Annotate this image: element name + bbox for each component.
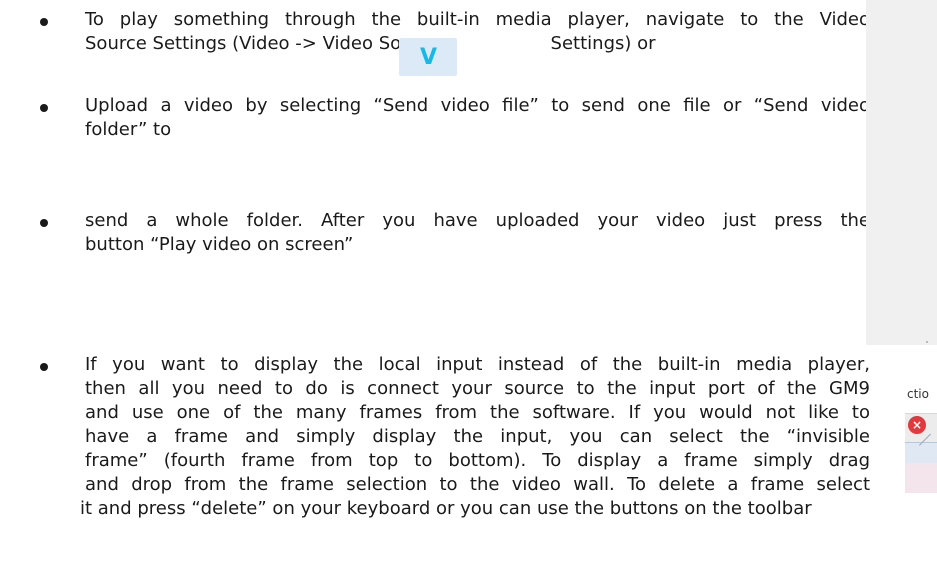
text-line: and use one of the many frames from the …	[85, 402, 870, 423]
mini-frame-pane	[905, 433, 937, 463]
panel-mark	[926, 341, 928, 343]
text-line: folder” to	[85, 119, 172, 140]
close-icon-glyph: ×	[911, 418, 923, 432]
text-line: button “Play video on screen”	[85, 234, 354, 255]
bullet-paragraph-4: If you want to display the local input i…	[80, 353, 870, 521]
bullet-marker	[40, 219, 48, 227]
video-source-icon: V	[399, 38, 457, 76]
video-source-icon-glyph: V	[420, 45, 438, 70]
text-line: send a whole folder. After you have uplo…	[85, 210, 870, 231]
mini-frame-pane	[905, 463, 937, 493]
text-line: then all you need to do is connect your …	[85, 378, 870, 399]
bullet-marker	[40, 18, 48, 26]
bullet-paragraph-3: send a whole folder. After you have uplo…	[85, 209, 870, 257]
bullet-paragraph-2: Upload a video by selecting “Send video …	[85, 94, 870, 142]
bullet-marker	[40, 363, 48, 371]
text-line: To play something through the built-in m…	[85, 9, 870, 30]
embedded-software-screenshot: ctio ×	[905, 378, 937, 493]
text-fragment: Source Settings (Video -> Video Source	[85, 33, 441, 54]
side-image-panel	[866, 0, 937, 345]
close-icon: ×	[908, 416, 926, 434]
text-line: Upload a video by selecting “Send video …	[85, 95, 870, 116]
text-fragment: Settings) or	[550, 33, 656, 54]
text-line: and drop from the frame selection to the…	[85, 474, 870, 495]
text-line: If you want to display the local input i…	[85, 354, 870, 375]
text-line: have a frame and simply display the inpu…	[85, 426, 870, 447]
bullet-marker	[40, 104, 48, 112]
document-page: To play something through the built-in m…	[0, 0, 937, 573]
text-line: frame” (fourth frame from top to bottom)…	[85, 450, 870, 471]
text-line: it and press “delete” on your keyboard o…	[80, 498, 812, 519]
bullet-paragraph-1: To play something through the built-in m…	[85, 8, 870, 56]
icon-gap	[441, 48, 551, 49]
mini-screenshot-label: ctio	[907, 387, 929, 401]
text-line: Source Settings (Video -> Video Source Se…	[85, 32, 870, 56]
